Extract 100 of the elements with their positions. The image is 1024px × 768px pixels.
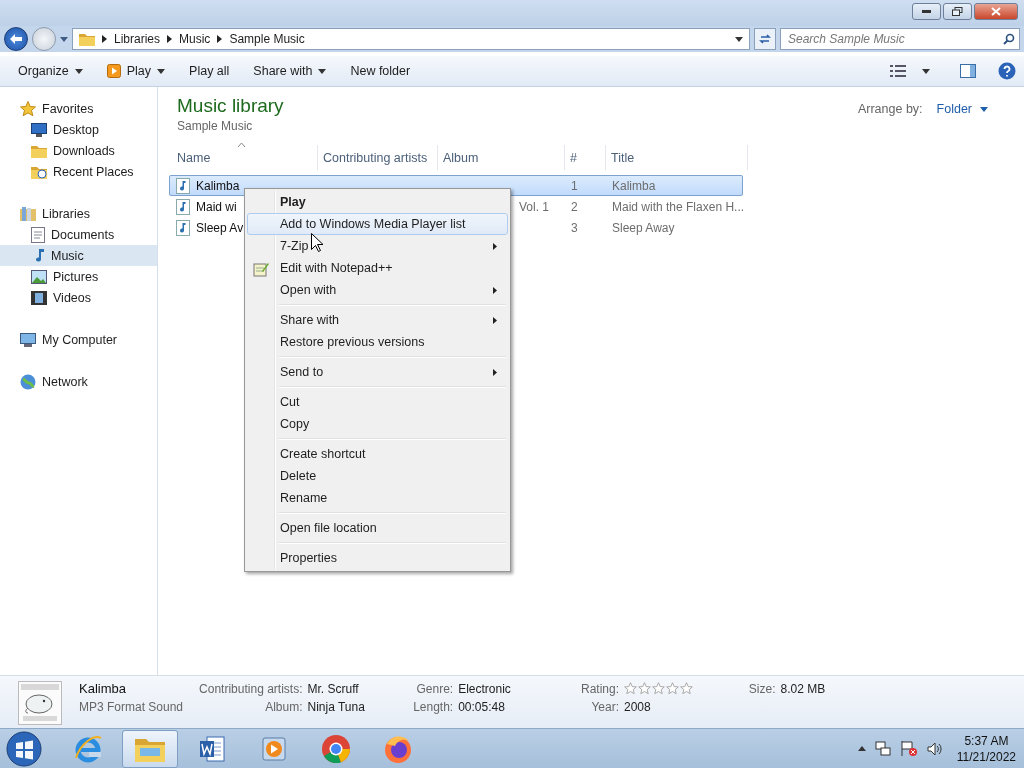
clock-date[interactable]: 11/21/2022 xyxy=(956,748,1016,765)
close-button[interactable] xyxy=(974,3,1018,20)
search-field[interactable]: Search Sample Music xyxy=(780,28,1020,50)
history-dropdown-icon[interactable] xyxy=(60,36,68,42)
preview-pane-icon[interactable] xyxy=(960,64,976,78)
sidebar-item[interactable]: Recent Places xyxy=(0,161,157,182)
column-header[interactable]: # xyxy=(565,145,606,170)
caret-icon xyxy=(735,36,743,42)
maximize-button[interactable] xyxy=(943,3,972,20)
sidebar-item[interactable]: Libraries xyxy=(0,203,157,224)
sidebar-item[interactable]: Desktop xyxy=(0,119,157,140)
refresh-icon xyxy=(759,33,771,45)
start-button[interactable] xyxy=(4,729,44,768)
menu-item[interactable]: Rename xyxy=(247,487,508,509)
table-cell: 2 xyxy=(571,199,578,214)
property-value: Ninja Tuna xyxy=(307,700,366,714)
minimize-icon xyxy=(922,10,931,13)
toolbar-button[interactable]: New folder xyxy=(340,60,421,82)
menu-item[interactable]: Share with xyxy=(247,309,508,331)
folder-icon xyxy=(31,143,47,158)
column-header[interactable]: Title xyxy=(606,145,748,170)
column-header[interactable]: Album xyxy=(438,145,565,170)
speaker-icon[interactable] xyxy=(926,740,943,757)
submenu-arrow-icon xyxy=(493,243,497,250)
property-value: Mr. Scruff xyxy=(307,682,360,696)
property-value: 2008 xyxy=(624,700,652,714)
help-icon[interactable] xyxy=(998,62,1016,80)
network-icon[interactable] xyxy=(874,740,891,757)
table-cell: Vol. 1 xyxy=(518,199,549,214)
left-arrow-icon xyxy=(10,34,22,44)
menu-item[interactable]: Properties xyxy=(247,547,508,569)
restore-icon xyxy=(952,7,963,16)
mouse-pointer-icon xyxy=(311,233,323,252)
back-button[interactable] xyxy=(4,27,28,51)
breadcrumb[interactable]: Libraries xyxy=(114,32,161,46)
address-bar[interactable]: Libraries Music Sample Music xyxy=(72,28,750,50)
caret-icon xyxy=(980,106,988,112)
menu-item[interactable]: Copy xyxy=(247,413,508,435)
sidebar-item[interactable]: Documents xyxy=(0,224,157,245)
menu-item[interactable]: Create shortcut xyxy=(247,443,508,465)
property-label: Length: xyxy=(412,700,454,714)
windows-logo-icon xyxy=(6,730,42,767)
menu-item[interactable]: Cut xyxy=(247,391,508,413)
star-icon xyxy=(20,100,36,117)
view-options-icon[interactable] xyxy=(890,65,906,77)
browser-e-icon xyxy=(73,733,103,764)
sidebar-item[interactable]: Videos xyxy=(0,287,157,308)
property-value: 8.02 MB xyxy=(780,682,827,696)
sidebar-item[interactable]: Music xyxy=(0,245,157,266)
flag-icon[interactable] xyxy=(899,740,918,757)
menu-item[interactable]: Send to xyxy=(247,361,508,383)
arrange-dropdown[interactable]: Folder xyxy=(936,102,988,116)
sidebar-item[interactable]: Pictures xyxy=(0,266,157,287)
chevron-icon xyxy=(167,35,173,43)
toolbar-button[interactable]: Share with xyxy=(243,60,337,82)
show-hidden-icons-icon[interactable] xyxy=(857,746,866,751)
chevron-icon xyxy=(217,35,223,43)
play-icon xyxy=(106,64,121,78)
chrome-icon xyxy=(321,733,351,764)
menu-item[interactable]: Edit with Notepad++ xyxy=(247,257,508,279)
toolbar-button[interactable]: Play all xyxy=(179,60,240,82)
menu-item[interactable]: Add to Windows Media Player list xyxy=(247,213,508,235)
breadcrumb[interactable]: Music xyxy=(179,32,211,46)
property-label: Size: xyxy=(747,682,776,696)
close-icon xyxy=(991,7,1001,16)
property-label: Year: xyxy=(590,700,619,714)
sidebar-item[interactable]: My Computer xyxy=(0,329,157,350)
property-value: Electronic xyxy=(458,682,512,696)
music-note-icon xyxy=(176,198,190,215)
toolbar-button[interactable]: Play xyxy=(96,60,176,82)
refresh-button[interactable] xyxy=(754,28,776,50)
caret-icon xyxy=(318,68,327,74)
library-title: Music library xyxy=(177,95,284,117)
menu-item[interactable]: Open with xyxy=(247,279,508,301)
toolbar-button[interactable]: Organize xyxy=(8,60,93,82)
table-cell: Maid with the Flaxen H... xyxy=(612,199,745,214)
sidebar-item[interactable]: Favorites xyxy=(0,98,157,119)
menu-item[interactable]: 7-Zip xyxy=(247,235,508,257)
search-icon xyxy=(1003,33,1015,45)
column-header[interactable]: Name xyxy=(172,145,318,170)
notepad-icon xyxy=(253,261,269,277)
menu-item[interactable]: Delete xyxy=(247,465,508,487)
menu-item[interactable]: Open file location xyxy=(247,517,508,539)
chevron-icon xyxy=(102,35,107,43)
sidebar-item[interactable]: Network xyxy=(0,371,157,392)
submenu-arrow-icon xyxy=(493,287,497,294)
clock-time[interactable]: 5:37 AM xyxy=(964,732,1009,749)
menu-item[interactable]: Restore previous versions xyxy=(247,331,508,353)
sidebar-item[interactable]: Downloads xyxy=(0,140,157,161)
minimize-button[interactable] xyxy=(912,3,941,20)
table-cell: Kalimba xyxy=(612,178,656,193)
submenu-arrow-icon xyxy=(493,369,497,376)
column-header[interactable]: Contributing artists xyxy=(318,145,438,170)
network-icon xyxy=(20,373,36,390)
breadcrumb[interactable]: Sample Music xyxy=(229,32,305,46)
table-cell: 3 xyxy=(571,220,578,235)
caret-icon xyxy=(922,68,930,74)
file-name: Maid wi xyxy=(196,199,237,214)
document-icon xyxy=(31,226,45,243)
table-cell: Sleep Away xyxy=(612,220,675,235)
